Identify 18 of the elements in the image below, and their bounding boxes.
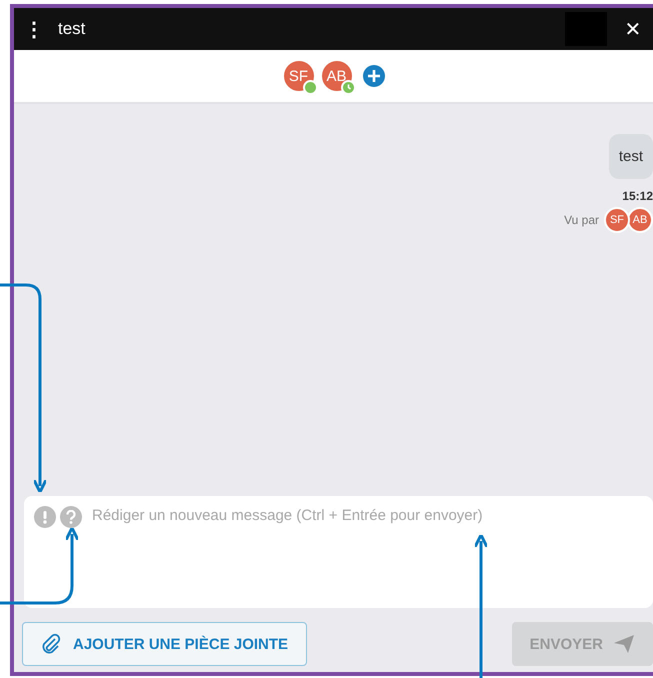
online-status-icon <box>302 80 318 95</box>
close-button[interactable]: ✕ <box>613 16 653 42</box>
send-icon <box>613 634 635 654</box>
paperclip-icon <box>41 633 61 655</box>
clock-status-icon <box>340 80 356 95</box>
attach-button[interactable]: AJOUTER UNE PIÈCE JOINTE <box>22 622 308 666</box>
reader-avatar: SF <box>604 207 630 233</box>
warning-icon[interactable] <box>34 506 56 528</box>
message-time: 15:12 <box>622 189 653 203</box>
participant-avatar[interactable]: SF <box>282 59 316 93</box>
menu-icon[interactable]: ⋮ <box>24 16 44 42</box>
message-bubble: test <box>608 134 653 179</box>
add-participant-icon[interactable] <box>362 64 386 88</box>
seen-by-label: Vu par <box>564 213 599 227</box>
help-icon[interactable] <box>60 506 82 528</box>
participant-avatar[interactable]: AB <box>320 59 354 93</box>
reader-avatar: AB <box>627 207 653 233</box>
window-title: test <box>58 19 86 39</box>
